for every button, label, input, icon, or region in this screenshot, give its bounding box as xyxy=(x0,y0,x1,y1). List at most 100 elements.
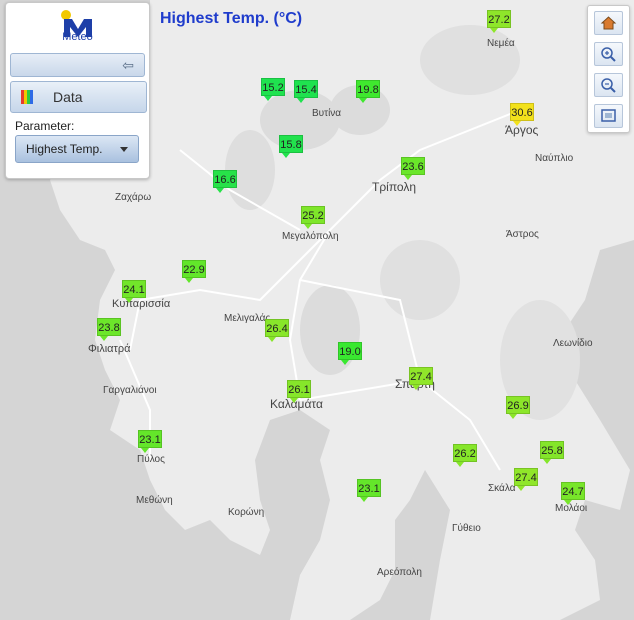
temperature-marker[interactable]: 23.1 xyxy=(357,479,381,503)
marker-pointer xyxy=(268,337,276,342)
place-label: Φιλιατρά xyxy=(88,343,131,355)
temperature-marker[interactable]: 23.6 xyxy=(401,157,425,181)
temperature-value: 27.2 xyxy=(487,10,511,28)
temperature-marker[interactable]: 27.4 xyxy=(514,468,538,492)
marker-pointer xyxy=(304,224,312,229)
temperature-value: 25.8 xyxy=(540,441,564,459)
full-extent-icon xyxy=(601,109,616,122)
data-button-label: Data xyxy=(53,89,83,105)
place-label: Βυτίνα xyxy=(312,108,342,119)
temperature-value: 15.8 xyxy=(279,135,303,153)
marker-pointer xyxy=(290,398,298,403)
marker-pointer xyxy=(456,462,464,467)
terrain xyxy=(380,240,460,320)
marker-pointer xyxy=(216,188,224,193)
marker-pointer xyxy=(412,385,420,390)
temperature-value: 25.2 xyxy=(301,206,325,224)
temperature-value: 26.2 xyxy=(453,444,477,462)
place-label: Σκάλα xyxy=(488,483,516,494)
temperature-marker[interactable]: 24.7 xyxy=(561,482,585,506)
home-icon xyxy=(600,16,617,30)
marker-pointer xyxy=(359,98,367,103)
temperature-value: 23.1 xyxy=(138,430,162,448)
marker-pointer xyxy=(282,153,290,158)
control-panel: Meteo ⇦ Data Parameter: Highest Temp. xyxy=(5,2,150,179)
marker-pointer xyxy=(264,96,272,101)
data-button[interactable]: Data xyxy=(10,81,147,113)
terrain xyxy=(420,25,520,95)
temperature-value: 26.9 xyxy=(506,396,530,414)
parameter-select[interactable]: Highest Temp. xyxy=(15,135,139,163)
temperature-marker[interactable]: 23.8 xyxy=(97,318,121,342)
temperature-value: 27.4 xyxy=(514,468,538,486)
full-extent-button[interactable] xyxy=(594,104,623,128)
place-label: Μεγαλόπολη xyxy=(282,231,339,242)
temperature-value: 23.6 xyxy=(401,157,425,175)
place-label: Πύλος xyxy=(137,454,165,465)
temperature-marker[interactable]: 26.9 xyxy=(506,396,530,420)
temperature-marker[interactable]: 15.2 xyxy=(261,78,285,102)
temperature-value: 24.1 xyxy=(122,280,146,298)
temperature-marker[interactable]: 30.6 xyxy=(510,103,534,127)
temperature-marker[interactable]: 25.2 xyxy=(301,206,325,230)
marker-pointer xyxy=(509,414,517,419)
place-label: Νεμέα xyxy=(487,38,515,49)
temperature-marker[interactable]: 16.6 xyxy=(213,170,237,194)
place-label: Μελιγαλάς xyxy=(224,313,271,324)
logo-text: Meteo xyxy=(62,31,93,43)
marker-pointer xyxy=(341,360,349,365)
temperature-marker[interactable]: 26.4 xyxy=(265,319,289,343)
temperature-marker[interactable]: 27.2 xyxy=(487,10,511,34)
temperature-marker[interactable]: 15.4 xyxy=(294,80,318,104)
parameter-value: Highest Temp. xyxy=(26,142,103,156)
temperature-marker[interactable]: 27.4 xyxy=(409,367,433,391)
place-label: Λεωνίδιο xyxy=(553,338,593,349)
temperature-value: 16.6 xyxy=(213,170,237,188)
marker-pointer xyxy=(141,448,149,453)
temperature-marker[interactable]: 26.2 xyxy=(453,444,477,468)
temperature-marker[interactable]: 25.8 xyxy=(540,441,564,465)
place-label: Μεθώνη xyxy=(136,495,173,506)
temperature-value: 23.1 xyxy=(357,479,381,497)
zoom-in-button[interactable] xyxy=(594,42,623,66)
marker-pointer xyxy=(513,121,521,126)
temperature-value: 30.6 xyxy=(510,103,534,121)
place-label: Ναύπλιο xyxy=(535,153,574,164)
chevron-down-icon xyxy=(120,147,128,152)
temperature-marker[interactable]: 22.9 xyxy=(182,260,206,284)
temperature-value: 15.4 xyxy=(294,80,318,98)
temperature-value: 26.4 xyxy=(265,319,289,337)
marker-pointer xyxy=(543,459,551,464)
collapse-panel-button[interactable]: ⇦ xyxy=(10,53,145,77)
marker-pointer xyxy=(125,298,133,303)
temperature-marker[interactable]: 19.8 xyxy=(356,80,380,104)
place-label: Άστρος xyxy=(506,229,539,240)
marker-pointer xyxy=(490,28,498,33)
temperature-value: 23.8 xyxy=(97,318,121,336)
temperature-value: 15.2 xyxy=(261,78,285,96)
temperature-marker[interactable]: 19.0 xyxy=(338,342,362,366)
zoom-out-button[interactable] xyxy=(594,73,623,97)
place-label: Τρίπολη xyxy=(372,180,417,194)
temperature-value: 26.1 xyxy=(287,380,311,398)
zoom-in-icon xyxy=(601,47,616,62)
home-button[interactable] xyxy=(594,11,623,35)
color-scale-icon xyxy=(21,90,33,104)
marker-pointer xyxy=(404,175,412,180)
temperature-marker[interactable]: 26.1 xyxy=(287,380,311,404)
marker-pointer xyxy=(360,497,368,502)
parameter-label: Parameter: xyxy=(15,119,75,133)
arrow-left-icon: ⇦ xyxy=(122,57,134,73)
temperature-marker[interactable]: 24.1 xyxy=(122,280,146,304)
map-title: Highest Temp. (°C) xyxy=(160,10,303,27)
temperature-marker[interactable]: 15.8 xyxy=(279,135,303,159)
temperature-value: 19.0 xyxy=(338,342,362,360)
marker-pointer xyxy=(297,98,305,103)
place-label: Ζαχάρω xyxy=(115,192,152,203)
place-label: Γύθειο xyxy=(452,523,481,534)
map-controls xyxy=(587,5,630,133)
marker-pointer xyxy=(185,278,193,283)
temperature-value: 27.4 xyxy=(409,367,433,385)
temperature-marker[interactable]: 23.1 xyxy=(138,430,162,454)
temperature-value: 22.9 xyxy=(182,260,206,278)
